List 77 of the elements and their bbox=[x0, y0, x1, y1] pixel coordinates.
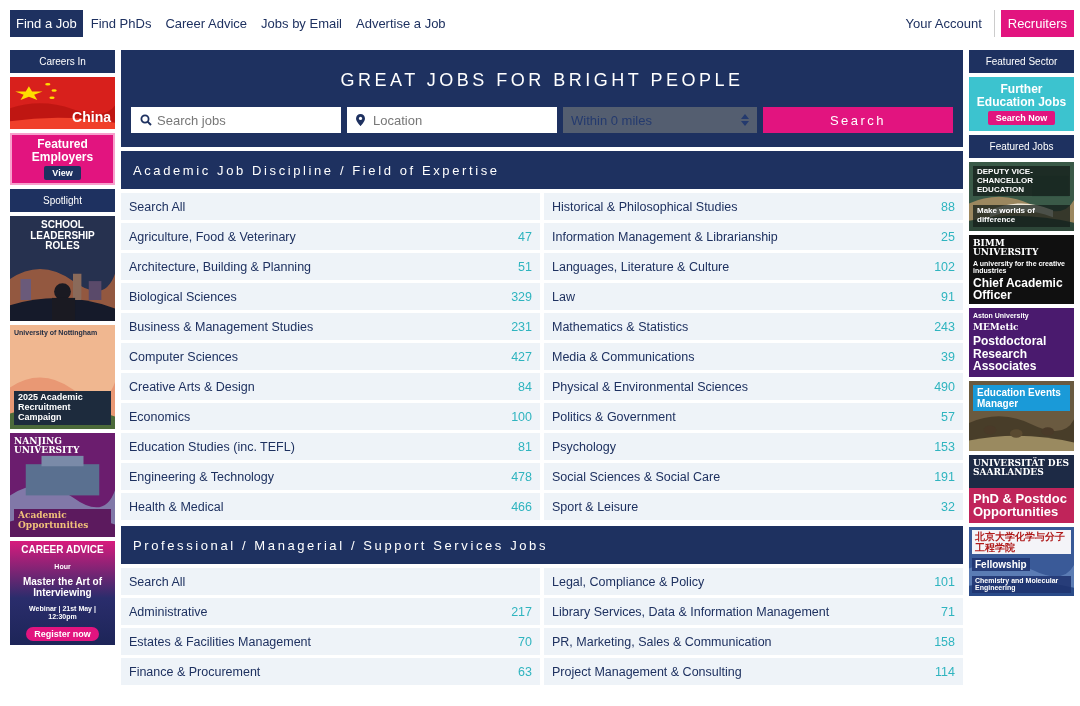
banner-label: Make worlds of difference bbox=[973, 205, 1070, 227]
banner-logo-text: 北京大学化学与分子工程学院 bbox=[972, 530, 1071, 554]
banner-button[interactable]: Register now bbox=[26, 626, 99, 641]
category-link[interactable]: Finance & Procurement 63 bbox=[121, 658, 540, 685]
banner-label: Academic Opportunities bbox=[14, 509, 111, 533]
banner-title: Master the Art of Interviewing bbox=[21, 577, 104, 599]
nav-link[interactable]: Jobs by Email bbox=[255, 9, 348, 37]
category-link[interactable]: Physical & Environmental Sciences 490 bbox=[544, 373, 963, 400]
nav-link[interactable]: Find PhDs bbox=[84, 9, 158, 37]
banner-button[interactable]: Search Now bbox=[987, 110, 1056, 125]
banner-title: Postdoctoral Research Associates bbox=[973, 335, 1048, 373]
category-link[interactable]: Architecture, Building & Planning 51 bbox=[121, 253, 540, 280]
category-link[interactable]: Search All bbox=[121, 193, 540, 220]
category-link[interactable]: Information Management & Librarianship 25 bbox=[544, 223, 963, 250]
nav-link[interactable]: Career Advice bbox=[159, 9, 254, 37]
category-link[interactable]: Search All bbox=[121, 568, 540, 595]
section-heading: Professional / Managerial / Support Services Jobs bbox=[121, 526, 963, 564]
hero-title: GREAT JOBS FOR BRIGHT PEOPLE bbox=[339, 70, 745, 91]
category-link[interactable]: Economics 100 bbox=[121, 403, 540, 430]
banner-title: Further Education Jobs bbox=[975, 83, 1068, 109]
category-link[interactable]: Biological Sciences 329 bbox=[121, 283, 540, 310]
keywords-field[interactable]: Search jobs bbox=[131, 107, 341, 133]
banner-logo-text: NANJING UNIVERSITY bbox=[14, 437, 81, 456]
banner-ad[interactable]: DEPUTY VICE-CHANCELLOR EDUCATION Make worlds of difference bbox=[969, 162, 1074, 231]
banner-title: SCHOOL LEADERSHIP ROLES bbox=[29, 220, 96, 252]
account-link[interactable]: Your Account bbox=[899, 9, 988, 37]
banner-ad[interactable]: Featured Employers View bbox=[10, 133, 115, 185]
category-link[interactable]: Creative Arts & Design 84 bbox=[121, 373, 540, 400]
location-field[interactable]: Location bbox=[347, 107, 557, 133]
banner-label: 2025 Academic Recruitment Campaign bbox=[14, 391, 111, 425]
banner-label: Education Events Manager bbox=[973, 385, 1070, 411]
category-link[interactable]: Project Management & Consulting 114 bbox=[544, 658, 963, 685]
search-button[interactable]: Search bbox=[763, 107, 953, 133]
banner-ad[interactable]: SCHOOL LEADERSHIP ROLES bbox=[10, 216, 115, 321]
sidebar-heading: Careers In bbox=[10, 50, 115, 73]
banner-title: Featured Employers bbox=[30, 138, 95, 164]
category-link[interactable]: Library Services, Data & Information Management 71 bbox=[544, 598, 963, 625]
banner-logo-text: BIMM UNIVERSITY bbox=[973, 239, 1040, 258]
category-link[interactable]: Health & Medical 466 bbox=[121, 493, 540, 520]
category-link[interactable]: Social Sciences & Social Care 191 bbox=[544, 463, 963, 490]
category-link[interactable]: Languages, Literature & Culture 102 bbox=[544, 253, 963, 280]
category-link[interactable]: Sport & Leisure 32 bbox=[544, 493, 963, 520]
nav-link[interactable]: Find a Job bbox=[10, 9, 83, 37]
banner-title: CAREER ADVICE bbox=[21, 545, 104, 556]
sidebar-heading: Spotlight bbox=[10, 189, 115, 212]
category-link[interactable]: Psychology 153 bbox=[544, 433, 963, 460]
category-link[interactable]: Computer Sciences 427 bbox=[121, 343, 540, 370]
section-heading: Academic Job Discipline / Field of Expertise bbox=[121, 151, 963, 189]
category-link[interactable]: Engineering & Technology 478 bbox=[121, 463, 540, 490]
banner-ad[interactable]: UNIVERSITÄT DES SAARLANDES PhD & Postdoc Opportunities bbox=[969, 455, 1074, 523]
category-link[interactable]: Mathematics & Statistics 243 bbox=[544, 313, 963, 340]
banner-ad[interactable]: Further Education Jobs Search Now bbox=[969, 77, 1074, 131]
banner-logo-text: MEMetic bbox=[973, 322, 1019, 332]
category-link[interactable]: Estates & Facilities Management 70 bbox=[121, 628, 540, 655]
banner-button[interactable]: View bbox=[44, 165, 81, 180]
category-link[interactable]: Administrative 217 bbox=[121, 598, 540, 625]
category-link[interactable]: Politics & Government 57 bbox=[544, 403, 963, 430]
banner-title: PhD & Postdoc Opportunities bbox=[973, 491, 1068, 519]
banner-logo-text: UNIVERSITÄT DES SAARLANDES bbox=[973, 459, 1070, 478]
category-link[interactable]: Media & Communications 39 bbox=[544, 343, 963, 370]
banner-label: DEPUTY VICE-CHANCELLOR EDUCATION bbox=[973, 166, 1070, 197]
category-link[interactable]: Historical & Philosophical Studies 88 bbox=[544, 193, 963, 220]
category-link[interactable]: Legal, Compliance & Policy 101 bbox=[544, 568, 963, 595]
category-link[interactable]: Agriculture, Food & Veterinary 47 bbox=[121, 223, 540, 250]
category-link[interactable]: Business & Management Studies 231 bbox=[121, 313, 540, 340]
banner-ad[interactable]: NANJING UNIVERSITY Academic Opportunities bbox=[10, 433, 115, 537]
sidebar-heading: Featured Sector bbox=[969, 50, 1074, 73]
banner-title: China bbox=[72, 110, 111, 125]
nav-link[interactable]: Advertise a Job bbox=[350, 9, 452, 37]
banner-title: Chief Academic Officer bbox=[973, 276, 1064, 302]
banner-ad[interactable]: China bbox=[10, 77, 115, 129]
category-link[interactable]: Education Studies (inc. TEFL) 81 bbox=[121, 433, 540, 460]
category-link[interactable]: PR, Marketing, Sales & Communication 158 bbox=[544, 628, 963, 655]
banner-label: Fellowship bbox=[972, 558, 1030, 572]
sidebar-heading: Featured Jobs bbox=[969, 135, 1074, 158]
recruiters-button[interactable]: Recruiters bbox=[1000, 9, 1074, 37]
category-link[interactable]: Law 91 bbox=[544, 283, 963, 310]
